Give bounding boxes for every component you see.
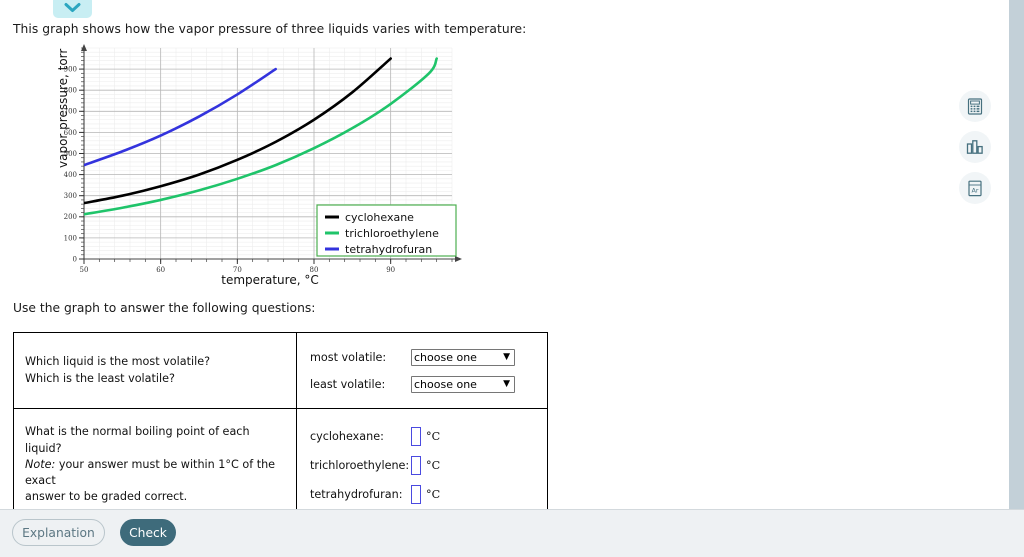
y-axis-tick-label: 100 bbox=[64, 234, 77, 242]
select-most-volatile[interactable]: choose one ▼ bbox=[411, 348, 515, 366]
x-axis-ticks: 50 60 70 80 90 bbox=[80, 259, 453, 274]
bar-chart-button[interactable] bbox=[959, 131, 991, 163]
periodic-table-button[interactable]: Ar bbox=[959, 172, 991, 204]
entry-row-tetrahydrofuran: tetrahydrofuran: °C bbox=[310, 484, 537, 504]
check-button[interactable]: Check bbox=[120, 519, 176, 546]
answer-row-least-volatile: least volatile: choose one ▼ bbox=[310, 373, 537, 395]
x-axis-title: temperature, °C bbox=[221, 273, 318, 287]
x-axis-tick-label: 60 bbox=[156, 266, 165, 274]
question-line: answer to be graded correct. bbox=[25, 490, 188, 504]
answer-label-most-volatile: most volatile: bbox=[310, 350, 387, 364]
question-cell-volatility: Which liquid is the most volatile? Which… bbox=[13, 332, 297, 409]
assignment-page: This graph shows how the vapor pressure … bbox=[0, 0, 1024, 557]
chevron-down-icon: ▼ bbox=[503, 378, 510, 389]
entry-label-trichloroethylene: trichloroethylene: bbox=[310, 458, 410, 472]
chart-legend: cyclohexane trichloroethylene tetrahydro… bbox=[316, 204, 457, 257]
input-cyclohexane-bp[interactable] bbox=[411, 426, 421, 446]
collapse-panel-button[interactable] bbox=[53, 0, 92, 18]
question-line: Which is the least volatile? bbox=[25, 371, 175, 385]
legend-label-cyclohexane: cyclohexane bbox=[345, 211, 414, 224]
input-trichloroethylene-bp[interactable] bbox=[411, 455, 421, 475]
answer-cell-volatility: most volatile: choose one ▼ least volati… bbox=[296, 332, 548, 409]
x-axis-tick-label: 90 bbox=[386, 266, 395, 274]
unit-label-cyclohexane: °C bbox=[426, 429, 441, 443]
y-axis-tick-label: 400 bbox=[64, 171, 77, 179]
intro-text: This graph shows how the vapor pressure … bbox=[13, 22, 527, 36]
note-body: your answer must be within 1°C of the ex… bbox=[25, 457, 276, 488]
unit-label-trichloroethylene: °C bbox=[426, 458, 441, 472]
answer-label-least-volatile: least volatile: bbox=[310, 377, 386, 391]
bar-chart-icon bbox=[966, 139, 984, 155]
question-line: What is the normal boiling point of each… bbox=[25, 425, 250, 455]
entry-label-tetrahydrofuran: tetrahydrofuran: bbox=[310, 487, 403, 501]
select-value-least-volatile: choose one bbox=[414, 377, 477, 391]
legend-label-tetrahydrofuran: tetrahydrofuran bbox=[345, 243, 432, 256]
x-axis-tick-label: 50 bbox=[80, 266, 89, 274]
y-axis-tick-label: 0 bbox=[73, 255, 77, 263]
answer-cell-boiling-point: cyclohexane: °C trichloroethylene: °C te… bbox=[296, 408, 548, 522]
chevron-down-icon: ▼ bbox=[503, 351, 510, 362]
select-value-most-volatile: choose one bbox=[414, 350, 477, 364]
y-axis-tick-label: 200 bbox=[64, 213, 77, 221]
input-tetrahydrofuran-bp[interactable] bbox=[411, 484, 421, 504]
footer-bar: Explanation Check bbox=[0, 509, 1024, 557]
table-row: Which liquid is the most volatile? Which… bbox=[13, 332, 548, 409]
y-axis-tick-label: 300 bbox=[64, 192, 77, 200]
tool-rail: Ar bbox=[959, 90, 991, 204]
chevron-down-icon bbox=[64, 2, 81, 13]
table-row: What is the normal boiling point of each… bbox=[13, 408, 548, 522]
y-axis-title: vapor pressure, torr bbox=[56, 49, 70, 168]
legend-label-trichloroethylene: trichloroethylene bbox=[345, 227, 439, 240]
entry-label-cyclohexane: cyclohexane: bbox=[310, 429, 384, 443]
periodic-table-icon: Ar bbox=[967, 180, 983, 197]
vapor-pressure-chart: 0 100 200 300 400 500 600 700 800 900 50 60 70 80 90 … bbox=[12, 40, 482, 292]
question-line: Which liquid is the most volatile? bbox=[25, 355, 211, 369]
vertical-scrollbar-thumb[interactable] bbox=[1009, 0, 1024, 529]
question-cell-boiling-point: What is the normal boiling point of each… bbox=[13, 408, 297, 522]
vertical-scrollbar-track[interactable] bbox=[1009, 0, 1024, 529]
unit-label-tetrahydrofuran: °C bbox=[426, 487, 441, 501]
svg-text:Ar: Ar bbox=[971, 186, 978, 194]
explanation-button[interactable]: Explanation bbox=[12, 519, 105, 546]
entry-row-cyclohexane: cyclohexane: °C bbox=[310, 426, 537, 446]
questions-prompt: Use the graph to answer the following qu… bbox=[13, 301, 316, 315]
question-note: Note: your answer must be within 1°C of … bbox=[25, 457, 285, 489]
entry-row-trichloroethylene: trichloroethylene: °C bbox=[310, 455, 537, 475]
note-prefix: Note: bbox=[25, 457, 56, 471]
calculator-icon bbox=[967, 97, 983, 115]
answer-row-most-volatile: most volatile: choose one ▼ bbox=[310, 346, 537, 368]
chart-svg: 0100200300400500600700800900 50 60 70 80 90 … bbox=[56, 44, 462, 287]
select-least-volatile[interactable]: choose one ▼ bbox=[411, 375, 515, 393]
calculator-button[interactable] bbox=[959, 90, 991, 122]
